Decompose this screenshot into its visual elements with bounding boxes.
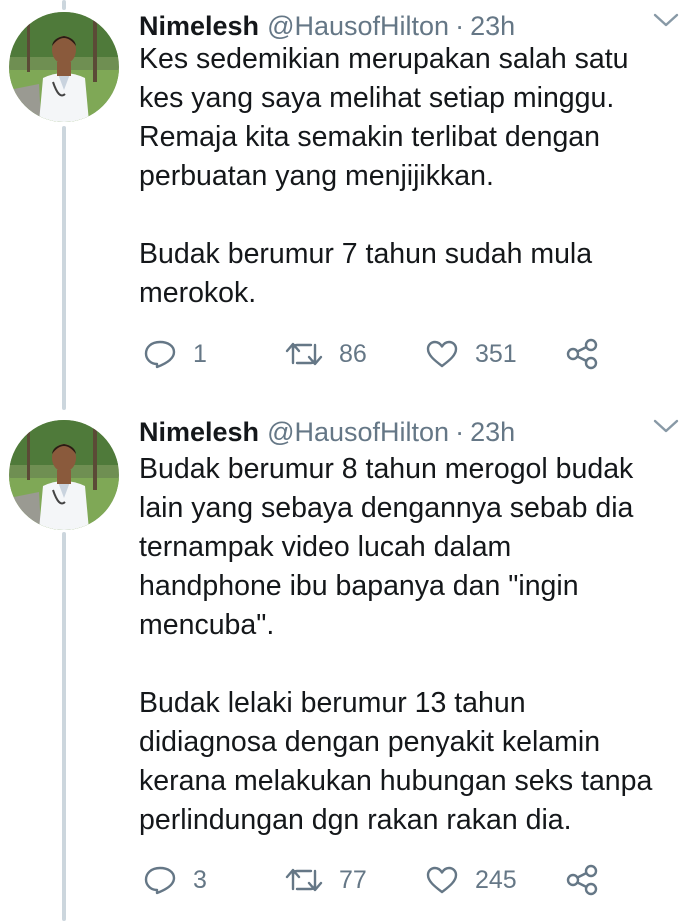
reply-icon <box>143 865 177 895</box>
timestamp[interactable]: 23h <box>470 417 515 448</box>
tweet[interactable]: Nimelesh @HausofHilton · 23h Budak berum… <box>0 410 692 921</box>
separator: · <box>455 10 465 41</box>
like-button[interactable]: 245 <box>425 860 517 900</box>
heart-icon <box>425 865 459 895</box>
avatar[interactable] <box>9 12 119 122</box>
author-name[interactable]: Nimelesh <box>139 11 259 42</box>
share-button[interactable] <box>565 334 599 374</box>
reply-count: 1 <box>193 339 207 368</box>
chevron-down-icon[interactable] <box>652 414 680 438</box>
retweet-button[interactable]: 86 <box>285 334 367 374</box>
retweet-button[interactable]: 77 <box>285 860 367 900</box>
tweet[interactable]: Nimelesh @HausofHilton · 23h Kes sedemik… <box>0 0 692 400</box>
tweet-text-line: kerana melakukan hubungan seks tanpa <box>139 765 653 797</box>
reply-icon <box>143 339 177 369</box>
share-icon <box>565 338 599 370</box>
author-name[interactable]: Nimelesh <box>139 417 259 448</box>
tweet-header: Nimelesh @HausofHilton · 23h <box>139 412 515 452</box>
tweet-text-line: Budak berumur 8 tahun merogol budak <box>139 453 634 485</box>
tweet-text-line: lain yang sebaya dengannya sebab dia <box>139 492 634 524</box>
tweet-text-line: Budak lelaki berumur 13 tahun <box>139 687 526 719</box>
share-button[interactable] <box>565 860 599 900</box>
retweet-count: 86 <box>339 339 367 368</box>
tweet-text-line: handphone ibu bapanya dan "ingin <box>139 570 579 602</box>
tweet-text: Budak berumur 8 tahun merogol budak lain … <box>139 450 687 840</box>
separator: · <box>455 416 465 447</box>
chevron-down-icon[interactable] <box>652 8 680 32</box>
like-count: 351 <box>475 339 517 368</box>
reply-button[interactable]: 3 <box>143 860 207 900</box>
reply-button[interactable]: 1 <box>143 334 207 374</box>
author-handle[interactable]: @HausofHilton <box>267 11 449 42</box>
tweet-text-line: Kes sedemikian merupakan salah satu <box>139 43 629 75</box>
tweet-actions: 3 77 245 <box>139 860 639 900</box>
tweet-text-line: mencuba". <box>139 609 275 641</box>
tweet-text-line: perlindungan dgn rakan rakan dia. <box>139 804 572 836</box>
tweet-text-line: perbuatan yang menjijikkan. <box>139 160 494 192</box>
avatar[interactable] <box>9 420 119 530</box>
tweet-text-line: Budak berumur 7 tahun sudah mula <box>139 238 593 270</box>
tweet-text-line: didiagnosa dengan penyakit kelamin <box>139 726 601 758</box>
heart-icon <box>425 339 459 369</box>
retweet-count: 77 <box>339 865 367 894</box>
tweet-text-line: kes yang saya melihat setiap minggu. <box>139 82 615 114</box>
share-icon <box>565 864 599 896</box>
author-handle[interactable]: @HausofHilton <box>267 417 449 448</box>
retweet-icon <box>285 339 323 369</box>
tweet-actions: 1 86 351 <box>139 334 639 374</box>
retweet-icon <box>285 865 323 895</box>
reply-count: 3 <box>193 865 207 894</box>
like-button[interactable]: 351 <box>425 334 517 374</box>
tweet-text-line: merokok. <box>139 277 257 309</box>
tweet-text-line: ternampak video lucah dalam <box>139 531 512 563</box>
timestamp[interactable]: 23h <box>470 11 515 42</box>
tweet-text: Kes sedemikian merupakan salah satu kes y… <box>139 40 687 313</box>
like-count: 245 <box>475 865 517 894</box>
tweet-text-line: Remaja kita semakin terlibat dengan <box>139 121 600 153</box>
